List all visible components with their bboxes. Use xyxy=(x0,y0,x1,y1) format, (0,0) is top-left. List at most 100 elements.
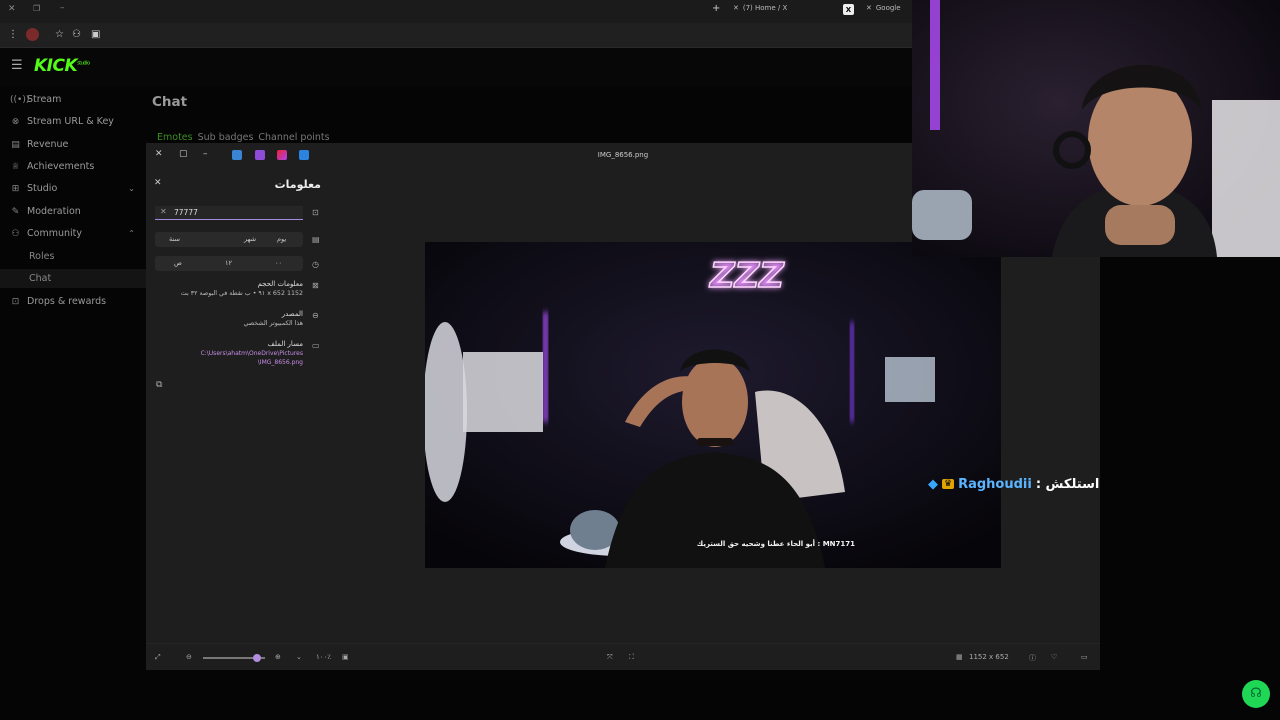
sidebar-item-stream-key[interactable]: ⊗ Stream URL & Key xyxy=(10,116,135,127)
fit-icon[interactable]: ▣ xyxy=(342,653,349,661)
chat-message: استلكش : xyxy=(1035,476,1100,492)
time-ampm[interactable]: ص xyxy=(174,259,182,267)
tab-google[interactable]: ✕ Google xyxy=(866,4,901,12)
heart-icon[interactable]: ♡ xyxy=(1051,653,1057,661)
sidebar-item-achievements[interactable]: ♕ Achievements xyxy=(10,161,135,172)
folder-icon: ▭ xyxy=(312,341,320,350)
webcam-illustration xyxy=(912,0,1280,257)
community-icon: ⚇ xyxy=(11,228,20,239)
search-input[interactable]: ✕ 77777 xyxy=(155,206,303,220)
minimize-icon[interactable]: – xyxy=(203,149,208,159)
sidebar-item-studio[interactable]: ⊞ Studio ⌄ xyxy=(10,183,135,194)
close-icon[interactable]: ✕ xyxy=(866,4,872,12)
link-icon: ⊖ xyxy=(312,311,319,320)
source-info: المصدر هذا الكمبيوتر الشخصي xyxy=(243,310,303,328)
address-bar: ⋮ ☆ ⚇ ▣ xyxy=(0,23,912,48)
studio-icon: ⊞ xyxy=(11,183,20,194)
slider-knob[interactable] xyxy=(253,654,261,662)
zoom-level[interactable]: ١٠٠٪ xyxy=(316,653,331,661)
edit-icon[interactable] xyxy=(299,150,309,160)
zoom-out-icon[interactable]: ⊖ xyxy=(186,653,192,661)
microphone xyxy=(912,190,972,240)
tab-channel-points[interactable]: Channel points xyxy=(258,132,329,143)
neon-strip-right xyxy=(850,322,854,422)
kick-logo[interactable]: KICKstudio xyxy=(34,56,90,76)
clipchamp-icon[interactable] xyxy=(255,150,265,160)
sidebar-item-label: Revenue xyxy=(27,139,69,150)
neon-sign: ZZZ xyxy=(709,256,785,296)
rename-icon: ⊡ xyxy=(312,208,319,217)
support-headset-icon[interactable]: ☊ xyxy=(1242,680,1270,708)
sidebar-item-community[interactable]: ⚇ Community ⌃ xyxy=(10,228,135,239)
sidebar-item-revenue[interactable]: ▤ Revenue xyxy=(10,139,135,150)
sidebar-item-roles[interactable]: Roles xyxy=(29,251,54,262)
date-month[interactable]: شهر xyxy=(244,235,256,243)
new-tab-button[interactable]: + xyxy=(712,3,720,14)
minimize-icon[interactable]: – xyxy=(60,3,65,13)
photo-viewer-image[interactable]: ZZZ ZZZ أبو الحاء عطنا وشحيه حق الستريك … xyxy=(425,242,1001,568)
sidebar-item-moderation[interactable]: ✎ Moderation xyxy=(10,206,135,217)
neon-strip xyxy=(930,0,940,130)
fullscreen-icon[interactable]: ⛶ xyxy=(629,653,634,662)
path-value-2[interactable]: \IMG_8656.png xyxy=(201,358,303,367)
time-hour[interactable]: ١٢ xyxy=(225,259,232,267)
sidebar-item-label: Moderation xyxy=(27,206,81,217)
puzzle-icon[interactable]: ▣ xyxy=(91,29,100,40)
person-face xyxy=(682,357,748,447)
chat-tabs: Emotes Sub badges Channel points xyxy=(157,132,330,143)
copy-icon[interactable]: ⧉ xyxy=(156,380,162,390)
star-icon[interactable]: ☆ xyxy=(55,29,64,40)
sidebar-item-label: Community xyxy=(27,228,82,239)
extension-icon[interactable]: ⚇ xyxy=(72,29,81,40)
photo-caption: أبو الحاء عطنا وشحيه حق الستريك : MN7171 xyxy=(697,539,855,548)
date-picker[interactable]: سنة شهر يوم xyxy=(155,232,303,247)
sidebar-item-stream[interactable]: ((•)) Stream xyxy=(10,94,135,105)
onedrive-icon[interactable] xyxy=(232,150,242,160)
designer-icon[interactable] xyxy=(277,150,287,160)
time-picker[interactable]: ص ١٢ ٠٠ xyxy=(155,256,303,271)
date-year[interactable]: سنة xyxy=(169,235,180,243)
sidebar-item-label: Studio xyxy=(27,183,58,194)
info-title: معلومات xyxy=(274,178,321,191)
trophy-icon: ♕ xyxy=(11,161,20,172)
chair xyxy=(1212,100,1280,257)
close-icon[interactable]: ✕ xyxy=(155,149,163,159)
sidebar-item-label: Drops & rewards xyxy=(27,296,107,307)
tab-label: (7) Home / X xyxy=(742,4,788,12)
tab-emotes[interactable]: Emotes xyxy=(157,132,193,143)
info-panel: ✕ معلومات ✕ 77777 ⊡ سنة شهر يوم ▤ ص ١٢ ٠… xyxy=(146,168,331,643)
tab-sub-badges[interactable]: Sub badges xyxy=(198,132,254,143)
restore-icon[interactable]: ❐ xyxy=(33,4,40,13)
chat-overlay: ◆ ♛ Raghoudii استلكش : xyxy=(928,473,1099,495)
path-info: مسار الملف C:\Users\ahatm\OneDrive\Pictu… xyxy=(201,340,303,367)
close-icon[interactable]: ✕ xyxy=(154,178,162,188)
browser-tab-bar: ✕ ❐ – + ✕ (7) Home / X X ✕ Google xyxy=(0,0,912,23)
sidebar-item-chat[interactable]: Chat xyxy=(29,273,51,284)
close-icon[interactable]: ✕ xyxy=(733,4,739,12)
crop-icon[interactable]: ⤧ xyxy=(607,653,613,662)
profile-avatar[interactable] xyxy=(26,28,39,41)
sidebar-item-drops[interactable]: ⊡ Drops & rewards xyxy=(10,296,135,307)
viewer-toolbar: ⤢ ⊖ ⊕ ⌄ ١٠٠٪ ▣ ⤧ ⛶ ▦ 1152 x 652 ⓘ ♡ ▭ xyxy=(146,643,1100,670)
size-value: 1152 x 652 ٩١ • ب نقطة في البوصة ٣٢ بت xyxy=(180,290,303,297)
info-icon[interactable]: ⓘ xyxy=(1029,653,1036,663)
chevron-down-icon[interactable]: ⌄ xyxy=(296,653,302,661)
more-menu-icon[interactable]: ⋮ xyxy=(8,29,18,40)
filmstrip-icon[interactable]: ▭ xyxy=(1081,653,1088,661)
hamburger-menu-icon[interactable]: ☰ xyxy=(11,58,23,73)
close-icon[interactable]: ✕ xyxy=(8,4,16,14)
time-minute[interactable]: ٠٠ xyxy=(275,259,282,267)
tab-x-home[interactable]: ✕ (7) Home / X xyxy=(733,4,787,12)
zoom-slider[interactable] xyxy=(203,654,265,662)
path-value-1[interactable]: C:\Users\ahatm\OneDrive\Pictures xyxy=(201,349,303,358)
search-value: 77777 xyxy=(174,208,198,217)
expand-icon[interactable]: ⤢ xyxy=(155,653,161,662)
zoom-in-icon[interactable]: ⊕ xyxy=(275,653,281,661)
image-icon: ⊠ xyxy=(312,281,319,290)
sidebar-item-label: Stream xyxy=(27,94,62,105)
size-info: معلومات الحجم 1152 x 652 ٩١ • ب نقطة في … xyxy=(181,280,303,298)
restore-icon[interactable]: ▢ xyxy=(179,149,188,159)
clear-icon[interactable]: ✕ xyxy=(160,207,167,216)
photo-illustration: ZZZ ZZZ أبو الحاء عطنا وشحيه حق الستريك … xyxy=(425,242,1001,568)
date-day[interactable]: يوم xyxy=(277,235,286,243)
